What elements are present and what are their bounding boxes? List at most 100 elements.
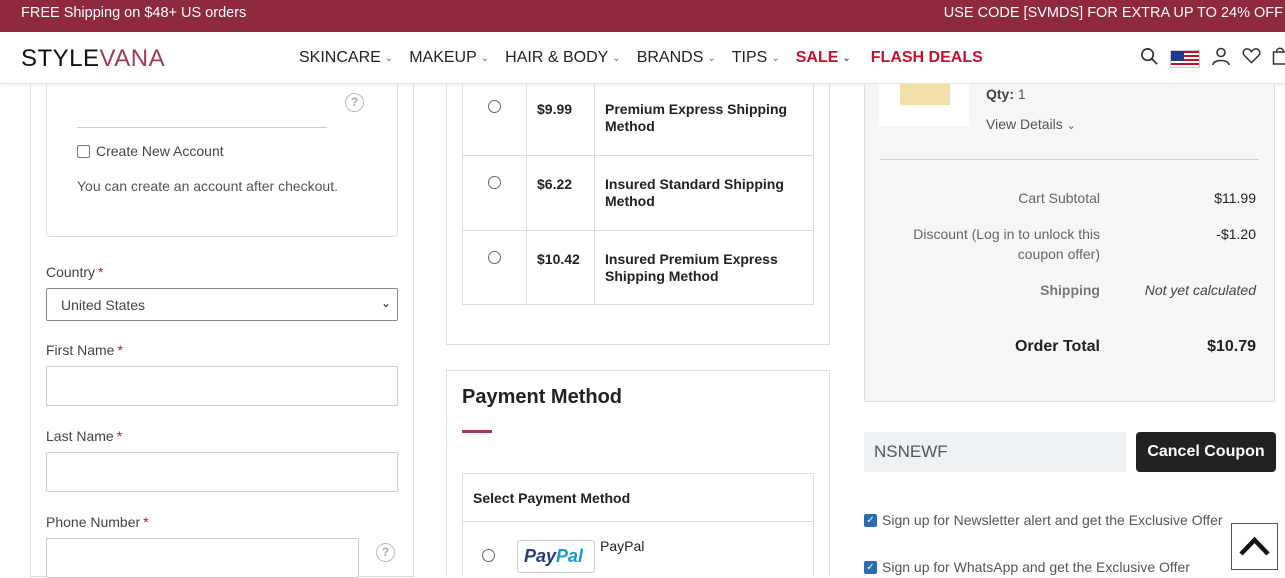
create-account-option[interactable]: Create New Account	[77, 143, 224, 159]
price-cell: $9.99	[527, 84, 595, 155]
nav-tips-label: TIPS	[732, 49, 768, 67]
nav-skincare[interactable]: SKINCARE ⌄	[299, 49, 393, 67]
create-account-hint: You can create an account after checkout…	[77, 178, 338, 194]
whatsapp-checkbox[interactable]: ✓	[864, 561, 877, 574]
discount-label-line2: coupon offer)	[860, 244, 1100, 264]
heart-icon[interactable]	[1242, 47, 1261, 70]
nav-makeup[interactable]: MAKEUP ⌄	[409, 49, 489, 67]
view-details-label: View Details	[986, 116, 1063, 132]
nav-hair-body[interactable]: HAIR & BODY ⌄	[505, 49, 621, 67]
promo-bar: FREE Shipping on $48+ US orders USE CODE…	[0, 0, 1285, 32]
user-icon[interactable]	[1211, 46, 1231, 71]
required-mark: *	[143, 514, 148, 530]
subtotal-label: Cart Subtotal	[900, 188, 1100, 208]
chevron-down-icon: ⌄	[1067, 120, 1076, 132]
newsletter-label: Sign up for Newsletter alert and get the…	[882, 512, 1223, 528]
subtotal-value: $11.99	[1140, 190, 1256, 206]
create-account-checkbox[interactable]	[77, 145, 90, 158]
qty-label: Qty:	[986, 86, 1014, 102]
product-qty: Qty: 1	[986, 86, 1026, 102]
phone-label-text: Phone Number	[46, 514, 140, 530]
shipping-radio[interactable]	[488, 176, 501, 189]
discount-label: Discount (Log in to unlock this coupon o…	[860, 224, 1100, 264]
country-select[interactable]: United States ⌄	[46, 288, 398, 321]
nav-brands-label: BRANDS	[637, 49, 704, 67]
stylevana-logo[interactable]: STYLEVANA	[21, 45, 165, 73]
nav-tips[interactable]: TIPS⌄	[732, 49, 780, 67]
nav-flash-deals-label: FLASH DEALS	[871, 49, 983, 67]
view-details-toggle[interactable]: View Details ⌄	[986, 116, 1076, 132]
paypal-logo: PayPal	[517, 540, 595, 573]
free-shipping-text: FREE Shipping on $48+ US orders	[21, 5, 246, 21]
required-mark: *	[117, 342, 122, 358]
summary-divider	[880, 159, 1259, 160]
first-name-input[interactable]	[46, 366, 398, 406]
price-cell: $6.22	[527, 156, 595, 230]
first-name-label: First Name*	[46, 342, 123, 358]
shipping-method-name: Premium Express Shipping Method	[605, 101, 805, 135]
coupon-code-field[interactable]: NSNEWF	[864, 432, 1126, 472]
create-account-label: Create New Account	[96, 143, 224, 159]
nav-hair-body-label: HAIR & BODY	[505, 49, 608, 67]
chevron-down-icon: ⌄	[381, 296, 391, 310]
back-to-top-button[interactable]	[1231, 523, 1278, 570]
site-header: STYLEVANA SKINCARE ⌄ MAKEUP ⌄ HAIR & BODY ⌄…	[0, 32, 1285, 84]
nav-sale-label: SALE	[796, 49, 839, 67]
shipping-radio[interactable]	[488, 251, 501, 264]
logo-text-style: STYLE	[21, 45, 100, 72]
paypal-radio[interactable]	[482, 549, 495, 562]
chevron-down-icon: ⌄	[771, 53, 779, 64]
newsletter-checkbox[interactable]: ✓	[864, 514, 877, 527]
shipping-option-row[interactable]: $9.99 Premium Express Shipping Method	[462, 84, 814, 156]
shipping-option-row[interactable]: $6.22 Insured Standard Shipping Method	[462, 156, 814, 231]
chevron-down-icon: ⌄	[612, 53, 620, 64]
shipping-label: Shipping	[900, 280, 1100, 300]
cancel-coupon-button[interactable]: Cancel Coupon	[1136, 432, 1276, 472]
paypal-logo-pal: Pal	[556, 546, 583, 566]
nav-brands[interactable]: BRANDS⌄	[637, 49, 716, 67]
discount-value: -$1.20	[1140, 226, 1256, 242]
product-image	[900, 84, 950, 105]
us-flag-icon[interactable]	[1170, 50, 1200, 68]
whatsapp-option[interactable]: ✓ Sign up for WhatsApp and get the Exclu…	[864, 559, 1190, 575]
country-label-text: Country	[46, 264, 95, 280]
payment-method-title: Payment Method	[462, 386, 622, 409]
last-name-input[interactable]	[46, 452, 398, 492]
logo-text-vana: VANA	[100, 45, 166, 72]
nav-skincare-label: SKINCARE	[299, 49, 381, 67]
chevron-down-icon: ⌄	[707, 53, 715, 64]
title-accent-underline	[462, 430, 492, 433]
shipping-price: $10.42	[537, 251, 580, 267]
newsletter-option[interactable]: ✓ Sign up for Newsletter alert and get t…	[864, 512, 1223, 528]
shipping-method-name: Insured Standard Shipping Method	[605, 176, 805, 210]
help-icon[interactable]: ?	[345, 93, 364, 112]
order-total-value: $10.79	[1140, 338, 1256, 356]
radio-cell	[463, 84, 527, 155]
nav-sale[interactable]: SALE⌄	[796, 49, 851, 67]
qty-value: 1	[1018, 86, 1026, 102]
help-icon[interactable]: ?	[376, 543, 395, 562]
chevron-up-icon	[1232, 524, 1277, 569]
coupon-promo-text: USE CODE [SVMDS] FOR EXTRA UP TO 24% OFF	[944, 5, 1283, 21]
shipping-value: Not yet calculated	[1100, 282, 1256, 298]
phone-input[interactable]	[46, 538, 359, 578]
cart-icon[interactable]	[1272, 46, 1285, 71]
country-label: Country*	[46, 264, 103, 280]
shipping-radio[interactable]	[488, 100, 501, 113]
select-payment-header: Select Payment Method	[462, 473, 814, 522]
chevron-down-icon: ⌄	[385, 53, 393, 64]
chevron-down-icon: ⌄	[481, 53, 489, 64]
nav-makeup-label: MAKEUP	[409, 49, 477, 67]
first-name-label-text: First Name	[46, 342, 114, 358]
shipping-option-row[interactable]: $10.42 Insured Premium Express Shipping …	[462, 231, 814, 305]
search-icon[interactable]	[1140, 47, 1159, 71]
input-underline	[77, 127, 327, 128]
radio-cell	[463, 231, 527, 304]
header-icons	[1140, 46, 1285, 71]
country-select-value: United States	[61, 297, 145, 313]
shipping-method-name: Insured Premium Express Shipping Method	[605, 251, 805, 285]
nav-flash-deals[interactable]: FLASH DEALS	[871, 49, 983, 67]
whatsapp-label: Sign up for WhatsApp and get the Exclusi…	[882, 559, 1190, 575]
shipping-price: $6.22	[537, 176, 572, 192]
last-name-label-text: Last Name	[46, 428, 114, 444]
